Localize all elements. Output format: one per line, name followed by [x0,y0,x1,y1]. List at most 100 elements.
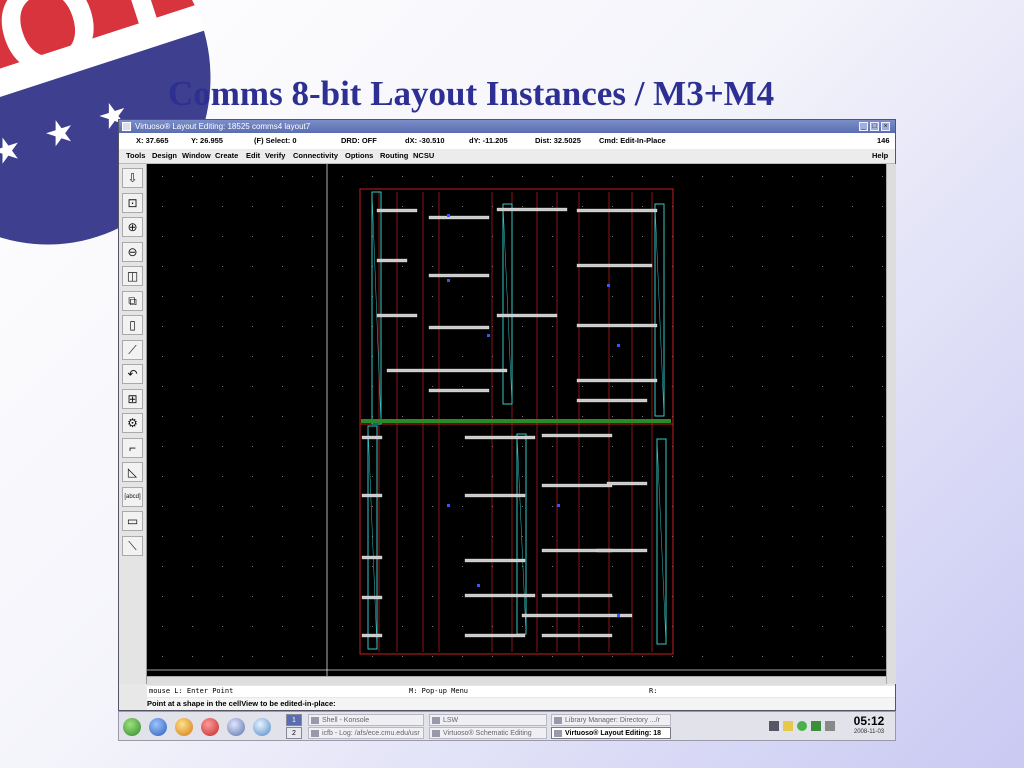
metal-wire-horizontal [376,208,418,213]
task-schematic-editing[interactable]: Virtuoso® Schematic Editing [429,727,547,739]
rail-hatch [371,191,382,425]
clock[interactable]: 05:12 2008-11-03 [847,714,891,736]
grid-dot [162,206,163,207]
menu-create[interactable]: Create [215,149,238,163]
konqueror-icon[interactable] [175,718,193,736]
path-icon[interactable]: ⟋ [122,339,143,360]
grid-dot [882,296,883,297]
grid-dot [462,236,463,237]
pins-icon[interactable]: ⊞ [122,388,143,409]
grid-dot [852,326,853,327]
mute-icon[interactable] [825,721,835,731]
window-icon [432,730,440,737]
ruler-icon[interactable]: ⟍ [122,535,143,556]
network-icon[interactable] [811,721,821,731]
grid-dot [732,446,733,447]
home-icon[interactable] [149,718,167,736]
grid-dot [282,506,283,507]
browser-icon[interactable] [253,718,271,736]
kde-menu-icon[interactable] [123,718,141,736]
grid-dot [492,656,493,657]
grid-dot [762,386,763,387]
minimize-icon[interactable]: _ [859,122,868,131]
grid-dot [552,536,553,537]
task-library-manager[interactable]: Library Manager: Directory .../r [551,714,671,726]
grid-dot [582,236,583,237]
grid-dot [312,536,313,537]
grid-dot [762,206,763,207]
fit-icon[interactable]: ⊡ [122,192,143,213]
grid-dot [762,506,763,507]
printer-icon[interactable] [769,721,779,731]
layout-canvas[interactable] [147,164,886,676]
update-icon[interactable] [797,721,807,731]
app-icon[interactable] [122,122,131,131]
grid-dot [612,176,613,177]
grid-dot [642,206,643,207]
grid-dot [552,626,553,627]
menu-routing[interactable]: Routing [380,149,408,163]
horizontal-scrollbar[interactable] [147,676,886,685]
desktop-pager-1[interactable]: 1 [286,714,302,726]
delete-icon[interactable]: ◺ [122,462,143,482]
instance-icon[interactable]: ⚙ [122,413,143,433]
menu-edit[interactable]: Edit [246,149,260,163]
move-icon[interactable]: ▯ [122,315,143,335]
grid-dot [822,476,823,477]
grid-dot [282,536,283,537]
metal-wire-horizontal [376,313,418,318]
grid-dot [552,506,553,507]
grid-dot [372,446,373,447]
menu-help[interactable]: Help [872,149,888,163]
grid-dot [312,566,313,567]
grid-dot [342,416,343,417]
grid-dot [882,656,883,657]
zoom-in-icon[interactable]: ⊕ [122,217,143,237]
maximize-icon[interactable]: □ [870,122,879,131]
label-icon[interactable]: [abcd] [122,486,143,507]
grid-dot [372,176,373,177]
lifesaver-help-icon[interactable] [201,718,219,736]
menu-window[interactable]: Window [182,149,211,163]
property-icon[interactable]: ▭ [122,511,143,531]
grid-dot [162,356,163,357]
copy-icon[interactable]: ⧉ [122,290,143,311]
task-shell-konsole[interactable]: Shell - Konsole [308,714,424,726]
menu-verify[interactable]: Verify [265,149,285,163]
menu-ncsu[interactable]: NCSU [413,149,434,163]
grid-dot [612,566,613,567]
grid-dot [162,326,163,327]
grid-dot [522,476,523,477]
vertical-scrollbar[interactable] [886,164,896,684]
grid-dot [192,506,193,507]
close-icon[interactable]: × [881,122,890,131]
metal-wire-horizontal [464,435,536,440]
grid-dot [702,386,703,387]
grid-dot [222,266,223,267]
task-icfb-log[interactable]: icfb - Log: /afs/ece.cmu.edu/usr [308,727,424,739]
stretch-icon[interactable]: ◫ [122,266,143,286]
grid-dot [642,356,643,357]
zoom-out-icon[interactable]: ⊖ [122,241,143,262]
task-layout-editing[interactable]: Virtuoso® Layout Editing: 18 [551,727,671,739]
wire-icon[interactable]: ⌐ [122,437,143,458]
clipboard-icon[interactable] [783,721,793,731]
menu-connectivity[interactable]: Connectivity [293,149,338,163]
menu-options[interactable]: Options [345,149,373,163]
terminal-icon[interactable] [227,718,245,736]
grid-dot [882,266,883,267]
grid-dot [882,566,883,567]
grid-dot [552,566,553,567]
desktop-pager-2[interactable]: 2 [286,727,302,739]
window-titlebar[interactable]: Virtuoso® Layout Editing: 18525 comms4 l… [119,120,895,133]
menu-tools[interactable]: Tools [126,149,145,163]
grid-dot [882,596,883,597]
grid-dot [822,236,823,237]
undo-icon[interactable]: ↶ [122,364,143,384]
grid-dot [462,206,463,207]
menu-design[interactable]: Design [152,149,177,163]
grid-dot [612,536,613,537]
grid-dot [582,626,583,627]
task-lsw[interactable]: LSW [429,714,547,726]
save-icon[interactable]: ⇩ [122,168,143,188]
